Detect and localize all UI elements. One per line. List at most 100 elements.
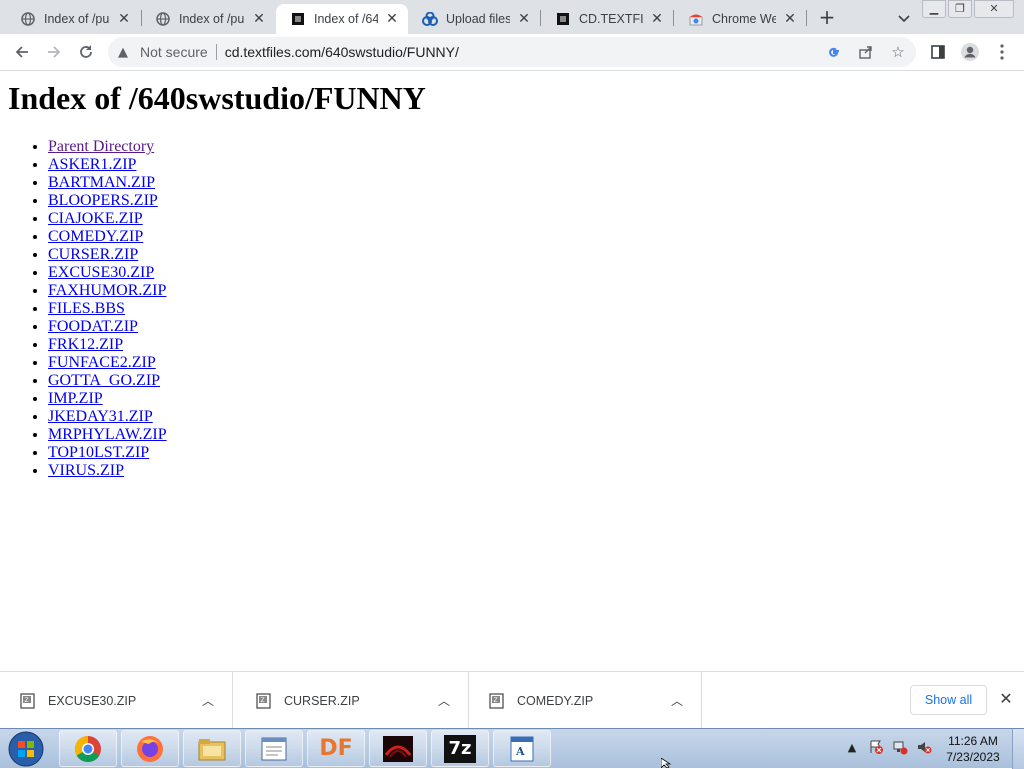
file-link[interactable]: TOP10LST.ZIP bbox=[48, 444, 149, 461]
list-item: ASKER1.ZIP bbox=[48, 156, 167, 174]
show-desktop-button[interactable] bbox=[1012, 729, 1024, 769]
file-link[interactable]: VIRUS.ZIP bbox=[48, 462, 124, 479]
file-link[interactable]: COMEDY.ZIP bbox=[48, 228, 143, 245]
file-link[interactable]: JKEDAY31.ZIP bbox=[48, 408, 153, 425]
close-icon[interactable]: ✕ bbox=[649, 11, 665, 27]
new-tab-button[interactable]: + bbox=[814, 6, 840, 30]
share-icon[interactable] bbox=[856, 42, 876, 62]
file-link[interactable]: FILES.BBS bbox=[48, 300, 125, 317]
list-item: MRPHYLAW.ZIP bbox=[48, 426, 167, 444]
profile-button[interactable] bbox=[960, 42, 980, 62]
close-icon[interactable]: ✕ bbox=[516, 11, 532, 27]
list-item: BLOOPERS.ZIP bbox=[48, 192, 167, 210]
list-item: TOP10LST.ZIP bbox=[48, 444, 167, 462]
bookmark-star-icon[interactable]: ☆ bbox=[888, 42, 908, 62]
file-link[interactable]: BLOOPERS.ZIP bbox=[48, 192, 158, 209]
chevron-up-icon[interactable]: ︿ bbox=[200, 692, 216, 709]
close-icon[interactable]: ✕ bbox=[251, 11, 267, 27]
network-icon[interactable] bbox=[890, 737, 910, 757]
restore-button[interactable]: ❐ bbox=[948, 0, 972, 18]
list-item: EXCUSE30.ZIP bbox=[48, 264, 167, 282]
tab-title: CD.TEXTFILES bbox=[579, 12, 643, 26]
file-link[interactable]: FUNFACE2.ZIP bbox=[48, 354, 156, 371]
file-link[interactable]: GOTTA_GO.ZIP bbox=[48, 372, 160, 389]
download-item[interactable]: Z COMEDY.ZIP ︿ bbox=[469, 672, 702, 729]
file-link[interactable]: CURSER.ZIP bbox=[48, 246, 138, 263]
file-link[interactable]: FAXHUMOR.ZIP bbox=[48, 282, 166, 299]
back-button[interactable] bbox=[12, 42, 32, 62]
list-item: CURSER.ZIP bbox=[48, 246, 167, 264]
minimize-button[interactable]: ▁ bbox=[922, 0, 946, 18]
action-center-flag-icon[interactable] bbox=[866, 737, 886, 757]
tab-upload-files[interactable]: Upload files | ✕ bbox=[408, 4, 540, 34]
taskbar-chrome[interactable] bbox=[59, 730, 117, 767]
chevron-up-icon[interactable]: ︿ bbox=[669, 692, 685, 709]
clock-time: 11:26 AM bbox=[948, 734, 998, 748]
file-link[interactable]: IMP.ZIP bbox=[48, 390, 103, 407]
clock-date: 7/23/2023 bbox=[946, 750, 1000, 764]
7zip-label: 7z bbox=[448, 738, 472, 759]
taskbar: DF 7z A ▲ 11:26 AM 7/23/2023 bbox=[0, 728, 1024, 769]
reload-button[interactable] bbox=[76, 42, 96, 62]
show-hidden-icons-arrow-icon[interactable]: ▲ bbox=[842, 737, 862, 757]
omnibox-divider bbox=[215, 44, 217, 60]
kebab-menu-icon bbox=[1000, 44, 1004, 60]
close-icon[interactable]: ✕ bbox=[384, 11, 400, 27]
close-shelf-icon[interactable]: ✕ bbox=[997, 690, 1015, 708]
tab-chrome-web-store[interactable]: Chrome Web ✕ bbox=[674, 4, 806, 34]
taskbar-notepad[interactable] bbox=[245, 730, 303, 767]
show-all-button[interactable]: Show all bbox=[910, 685, 987, 715]
volume-muted-icon[interactable] bbox=[914, 737, 934, 757]
file-link[interactable]: FRK12.ZIP bbox=[48, 336, 123, 353]
tab-index-640-active[interactable]: Index of /640 ✕ bbox=[276, 4, 408, 34]
7zip-icon: 7z bbox=[444, 734, 476, 763]
close-window-button[interactable]: ✕ bbox=[974, 0, 1014, 18]
taskbar-clock[interactable]: 11:26 AM 7/23/2023 bbox=[940, 733, 1006, 765]
tab-title: Index of /pub/ bbox=[179, 12, 245, 26]
file-link[interactable]: MRPHYLAW.ZIP bbox=[48, 426, 167, 443]
back-arrow-icon bbox=[15, 46, 28, 58]
file-link[interactable]: BARTMAN.ZIP bbox=[48, 174, 155, 191]
taskbar-firefox[interactable] bbox=[121, 730, 179, 767]
parent-directory-link[interactable]: Parent Directory bbox=[48, 138, 154, 155]
tab-index-pub-2[interactable]: Index of /pub/ ✕ bbox=[141, 4, 275, 34]
notepad-icon bbox=[261, 737, 287, 760]
file-link[interactable]: FOODAT.ZIP bbox=[48, 318, 138, 335]
tab-cd-textfiles[interactable]: CD.TEXTFILES ✕ bbox=[541, 4, 673, 34]
list-item: Parent Directory bbox=[48, 138, 167, 156]
start-button[interactable] bbox=[2, 730, 50, 768]
list-item: FAXHUMOR.ZIP bbox=[48, 282, 167, 300]
taskbar-df[interactable]: DF bbox=[307, 730, 365, 767]
menu-button[interactable] bbox=[992, 42, 1012, 62]
side-panel-button[interactable] bbox=[928, 42, 948, 62]
file-link[interactable]: EXCUSE30.ZIP bbox=[48, 264, 154, 281]
taskbar-media-app[interactable] bbox=[369, 730, 427, 767]
tab-title: Index of /pub/ bbox=[44, 12, 110, 26]
google-lens-icon[interactable] bbox=[824, 42, 844, 62]
taskbar-document-viewer[interactable]: A bbox=[493, 730, 551, 767]
taskbar-7zip[interactable]: 7z bbox=[431, 730, 489, 767]
taskbar-file-explorer[interactable] bbox=[183, 730, 241, 767]
url-text[interactable]: cd.textfiles.com/640swstudio/FUNNY/ bbox=[225, 44, 459, 60]
file-link[interactable]: ASKER1.ZIP bbox=[48, 156, 136, 173]
tab-index-pub-1[interactable]: Index of /pub/ ✕ bbox=[6, 4, 140, 34]
list-item: GOTTA_GO.ZIP bbox=[48, 372, 167, 390]
warning-icon[interactable]: ▲ bbox=[118, 45, 134, 60]
page-heading: Index of /640swstudio/FUNNY bbox=[8, 80, 426, 116]
not-secure-label[interactable]: Not secure bbox=[140, 44, 208, 60]
list-item: BARTMAN.ZIP bbox=[48, 174, 167, 192]
page-content: Index of /640swstudio/FUNNY Parent Direc… bbox=[0, 72, 1024, 671]
forward-button[interactable] bbox=[44, 42, 64, 62]
close-icon[interactable]: ✕ bbox=[116, 11, 132, 27]
address-bar[interactable]: ▲ Not secure cd.textfiles.com/640swstudi… bbox=[108, 37, 916, 67]
tab-search-chevron-icon[interactable] bbox=[894, 8, 914, 28]
side-panel-icon bbox=[931, 45, 945, 59]
file-link[interactable]: CIAJOKE.ZIP bbox=[48, 210, 143, 227]
list-item: FOODAT.ZIP bbox=[48, 318, 167, 336]
globe-icon bbox=[20, 11, 36, 27]
close-icon[interactable]: ✕ bbox=[782, 11, 798, 27]
zip-file-icon: Z bbox=[256, 692, 271, 709]
download-item[interactable]: Z CURSER.ZIP ︿ bbox=[236, 672, 469, 729]
download-item[interactable]: Z EXCUSE30.ZIP ︿ bbox=[0, 672, 233, 729]
chevron-up-icon[interactable]: ︿ bbox=[436, 692, 452, 709]
